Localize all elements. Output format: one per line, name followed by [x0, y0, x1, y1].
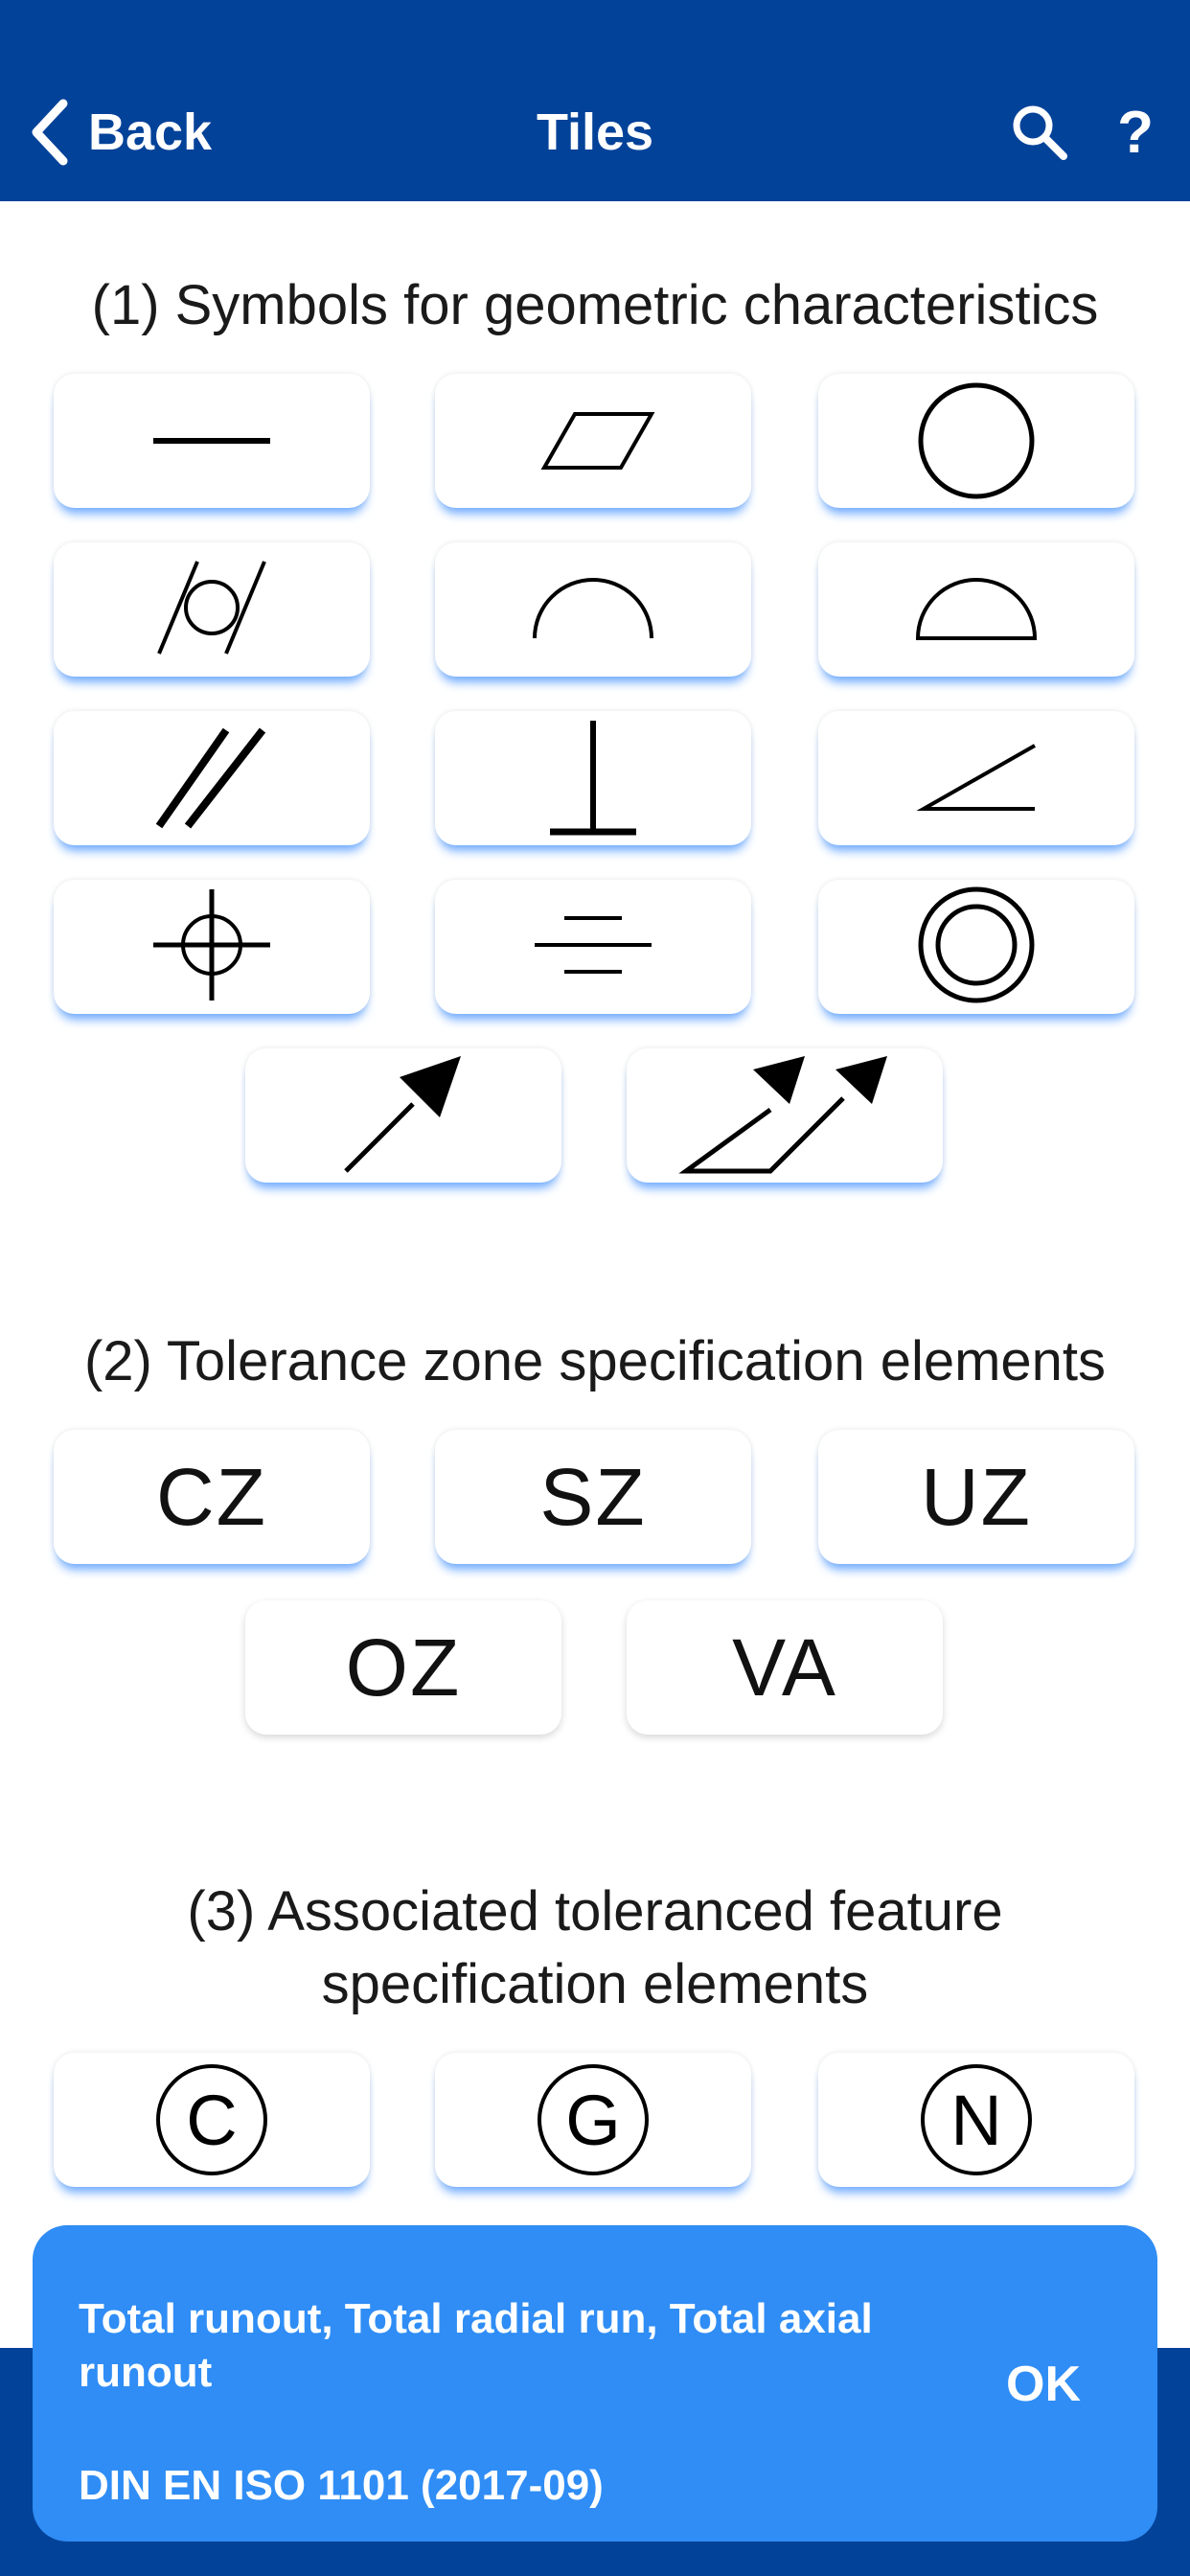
- tile-flatness[interactable]: [435, 374, 751, 508]
- info-toast: Total runout, Total radial run, Total ax…: [33, 2225, 1157, 2542]
- roundness-icon: [918, 382, 1035, 499]
- symmetry-icon: [535, 916, 652, 974]
- circular-runout-icon: [344, 1056, 461, 1173]
- total-runout-icon: [678, 1056, 887, 1174]
- tile-label: G: [565, 2081, 621, 2160]
- tile-uz[interactable]: UZ: [818, 1430, 1134, 1564]
- toast-description-line2: runout: [79, 2349, 213, 2396]
- search-button[interactable]: [1006, 96, 1073, 169]
- tile-total-runout[interactable]: [627, 1048, 943, 1183]
- tile-parallelism[interactable]: [54, 711, 370, 845]
- tile-symmetry[interactable]: [435, 880, 751, 1014]
- tile-position[interactable]: [54, 880, 370, 1014]
- cylindricity-icon: [157, 561, 266, 655]
- tile-label: VA: [732, 1622, 837, 1713]
- line-profile-icon: [533, 578, 653, 639]
- search-icon: [1013, 105, 1067, 160]
- circled-g-icon: G: [538, 2064, 649, 2175]
- tile-angularity[interactable]: [818, 711, 1134, 845]
- straightness-icon: [153, 438, 270, 444]
- section-3-title-line2: specification elements: [321, 1953, 869, 2015]
- tile-label: CZ: [156, 1451, 267, 1542]
- flatness-icon: [540, 412, 655, 470]
- circled-c-icon: C: [156, 2064, 267, 2175]
- parallelism-icon: [155, 727, 266, 829]
- tile-perpendicularity[interactable]: [435, 711, 751, 845]
- tile-sz[interactable]: SZ: [435, 1430, 751, 1564]
- tile-label: C: [186, 2081, 237, 2160]
- toast-standard: DIN EN ISO 1101 (2017-09): [79, 2462, 604, 2509]
- surface-profile-icon: [915, 578, 1038, 640]
- section-1-title: (1) Symbols for geometric characteristic…: [91, 274, 1099, 336]
- tile-label: SZ: [539, 1451, 647, 1542]
- toast-description-line1: Total runout, Total radial run, Total ax…: [79, 2295, 873, 2342]
- tile-line-profile[interactable]: [435, 542, 751, 677]
- app-header: Back Tiles ?: [0, 0, 1190, 201]
- position-icon: [153, 889, 270, 1000]
- tile-label: N: [950, 2081, 1001, 2160]
- tile-label: OZ: [345, 1622, 462, 1713]
- circled-n-icon: N: [921, 2064, 1032, 2175]
- tile-circled-g[interactable]: G: [435, 2053, 751, 2187]
- tile-circular-runout[interactable]: [245, 1048, 561, 1183]
- toast-ok-button[interactable]: OK: [1006, 2356, 1081, 2413]
- section-3-title-line1: (3) Associated toleranced feature: [187, 1880, 1003, 1943]
- concentricity-icon: [918, 886, 1035, 1003]
- perpendicularity-icon: [550, 721, 636, 836]
- help-button[interactable]: ?: [1102, 96, 1169, 169]
- tile-straightness[interactable]: [54, 374, 370, 508]
- tile-concentricity[interactable]: [818, 880, 1134, 1014]
- tile-cz[interactable]: CZ: [54, 1430, 370, 1564]
- angularity-icon: [916, 744, 1036, 811]
- tile-va[interactable]: VA: [627, 1600, 943, 1735]
- tile-circled-n[interactable]: N: [818, 2053, 1134, 2187]
- section-2-title: (2) Tolerance zone specification element…: [83, 1330, 1107, 1392]
- tile-oz[interactable]: OZ: [245, 1600, 561, 1735]
- tile-label: UZ: [921, 1451, 1032, 1542]
- tile-surface-profile[interactable]: [818, 542, 1134, 677]
- tile-circled-c[interactable]: C: [54, 2053, 370, 2187]
- tile-cylindricity[interactable]: [54, 542, 370, 677]
- tile-roundness[interactable]: [818, 374, 1134, 508]
